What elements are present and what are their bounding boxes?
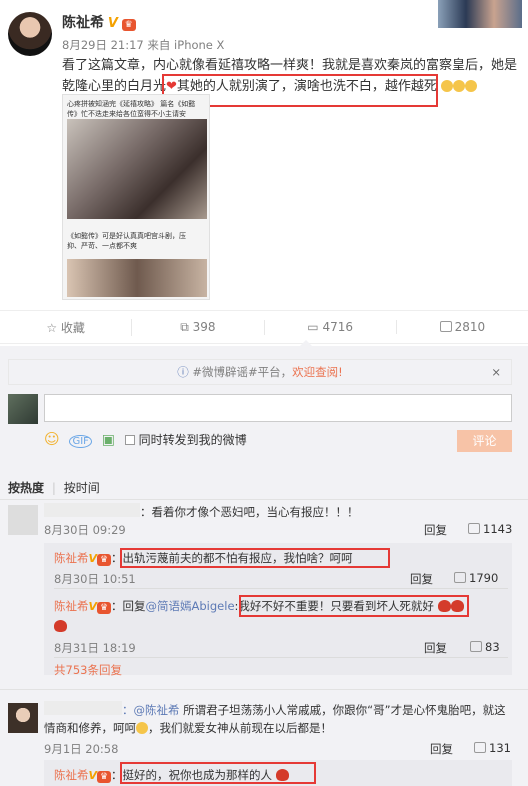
action-bar: ☆ 收藏 ⧉ 398 ▭ 4716 2810 bbox=[0, 310, 528, 344]
member-crown-icon: ♛ bbox=[97, 602, 112, 614]
favorite-button[interactable]: ☆ 收藏 bbox=[0, 318, 133, 336]
reply-date: 8月30日 10:51 bbox=[54, 572, 136, 586]
reply-author[interactable]: 陈祉希 bbox=[54, 768, 89, 782]
reply-like-button[interactable]: 1790 bbox=[454, 571, 498, 585]
member-crown-icon: ♛ bbox=[121, 19, 136, 31]
divider bbox=[0, 499, 528, 500]
sort-tabs: 按热度 | 按时间 bbox=[8, 481, 100, 495]
verified-icon: V bbox=[88, 600, 98, 613]
reply-author[interactable]: 陈祉希 bbox=[54, 599, 89, 613]
sort-by-hot[interactable]: 按热度 bbox=[8, 481, 44, 495]
comment-text: ：@陈祉希 所谓君子坦荡荡小人常戚戚，你跟你“哥”才是心怀鬼胎吧，就这 情商和修… bbox=[44, 703, 506, 735]
rumor-notice: ⓘ #微博辟谣#平台，欢迎查阅! × bbox=[8, 359, 512, 385]
verified-icon: V bbox=[88, 769, 98, 782]
comment-like-button[interactable]: 1143 bbox=[468, 522, 512, 536]
image-icon[interactable]: ▣ bbox=[102, 432, 115, 448]
emoji-icon bbox=[465, 80, 478, 92]
emoji-picker-icon[interactable]: ☺ bbox=[44, 430, 60, 448]
info-icon: ⓘ bbox=[177, 365, 189, 379]
sync-checkbox[interactable] bbox=[124, 435, 135, 445]
reply-author[interactable]: 陈祉希 bbox=[54, 551, 89, 565]
member-crown-icon: ♛ bbox=[97, 554, 112, 566]
emoji-icon bbox=[441, 80, 454, 92]
sync-label: 同时转发到我的微博 bbox=[138, 433, 247, 447]
emoji-icon bbox=[136, 722, 148, 734]
submit-comment-button[interactable]: 评论 bbox=[457, 430, 512, 452]
commenter-avatar[interactable] bbox=[8, 505, 38, 535]
verified-icon: V bbox=[88, 552, 98, 565]
mention-link[interactable]: ：@陈祉希 bbox=[122, 703, 180, 717]
post-date[interactable]: 8月29日 21:17 bbox=[62, 38, 144, 52]
reply-button[interactable]: 回复 bbox=[424, 522, 447, 538]
repost-button[interactable]: ⧉ 398 bbox=[132, 319, 265, 335]
thumbs-up-icon bbox=[474, 742, 486, 753]
member-crown-icon: ♛ bbox=[97, 771, 112, 783]
commenter-avatar[interactable] bbox=[8, 703, 38, 733]
reply-button[interactable]: 回复 bbox=[424, 640, 447, 656]
notice-link[interactable]: 欢迎查阅! bbox=[292, 365, 343, 379]
sort-by-time[interactable]: 按时间 bbox=[64, 481, 100, 495]
angry-emoji-icon bbox=[54, 620, 67, 632]
highlight-box bbox=[120, 548, 390, 568]
emoji-icon bbox=[453, 80, 466, 92]
more-replies-link[interactable]: 共753条回复 bbox=[54, 662, 122, 678]
reply-date: 8月31日 18:19 bbox=[54, 641, 136, 655]
comment-text: ：看着你才像个恶妇吧，当心有报应！！！ bbox=[140, 505, 359, 519]
comment-icon: ▭ bbox=[307, 320, 319, 334]
post-source: 来自 iPhone X bbox=[147, 38, 225, 52]
divider bbox=[54, 657, 508, 658]
thumb-image-1 bbox=[67, 119, 207, 219]
redacted-username bbox=[44, 503, 140, 517]
reply-like-button[interactable]: 83 bbox=[470, 640, 500, 654]
post-text-line1: 看了这篇文章，内心就像看延禧攻略一样爽！我就是喜欢秦岚的富察皇后，她是 bbox=[62, 58, 518, 73]
comment-like-button[interactable]: 131 bbox=[474, 741, 511, 755]
comment-date: 8月30日 09:29 bbox=[44, 523, 126, 537]
divider bbox=[54, 588, 508, 589]
author-line: 陈祉希 V ♛ bbox=[62, 12, 136, 32]
author-avatar[interactable] bbox=[8, 12, 52, 56]
verified-icon: V bbox=[107, 16, 118, 31]
reply-button[interactable]: 回复 bbox=[430, 741, 453, 757]
thumbs-up-icon bbox=[470, 641, 482, 652]
my-avatar[interactable] bbox=[8, 394, 38, 424]
thumb-image-2 bbox=[67, 259, 207, 297]
reply-button[interactable]: 回复 bbox=[410, 571, 433, 587]
close-icon[interactable]: × bbox=[491, 360, 501, 384]
header-banner-image bbox=[438, 0, 522, 28]
comment-button[interactable]: ▭ 4716 bbox=[265, 320, 397, 334]
comment-input[interactable] bbox=[44, 394, 512, 422]
thumbs-up-icon bbox=[454, 572, 466, 583]
divider bbox=[0, 689, 528, 690]
thumbs-up-icon bbox=[439, 321, 452, 332]
repost-icon: ⧉ bbox=[180, 319, 189, 334]
like-button[interactable]: 2810 bbox=[397, 320, 528, 334]
compose-toolbar: ☺ GIF ▣ 同时转发到我的微博 bbox=[44, 430, 247, 448]
highlight-box bbox=[120, 762, 316, 784]
highlight-box bbox=[239, 595, 469, 617]
thumbs-up-icon bbox=[468, 523, 480, 534]
mention-link[interactable]: @简语嫣Abigele bbox=[146, 599, 235, 613]
comment-date: 9月1日 20:58 bbox=[44, 742, 119, 756]
star-icon: ☆ bbox=[46, 320, 58, 335]
post-meta: 8月29日 21:17 来自 iPhone X bbox=[62, 37, 224, 53]
author-name[interactable]: 陈祉希 bbox=[62, 15, 104, 31]
gif-icon[interactable]: GIF bbox=[69, 435, 92, 448]
article-thumbnail[interactable]: 心疼拼被知涵完《延禧攻略》 篇名《如懿 传》忙不迭走来给各位蛮得不小主请安 《如… bbox=[62, 94, 210, 300]
